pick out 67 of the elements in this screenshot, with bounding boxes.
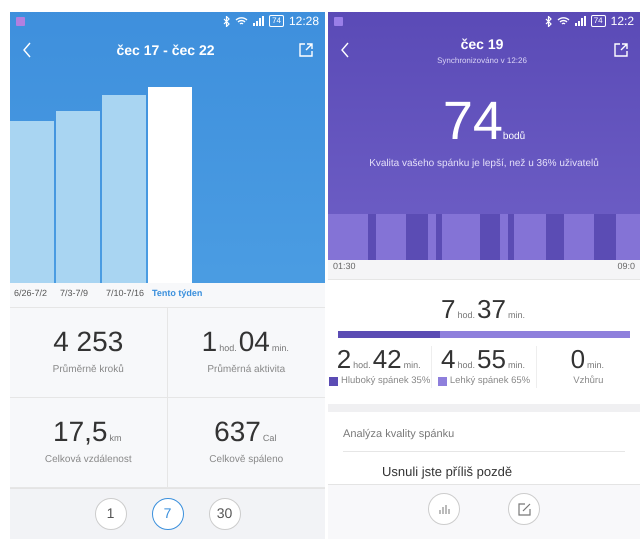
stage-label: Lehký spánek 65% <box>450 374 530 388</box>
stat-label: Celková vzdálenost <box>44 452 132 466</box>
stage-label: Vzhůru <box>573 374 604 388</box>
unit-label: km <box>110 432 122 444</box>
stat-value: 17,5 <box>53 418 108 446</box>
week-label[interactable]: 7/10-7/16 <box>106 287 150 300</box>
signal-icon <box>253 16 264 26</box>
stat-value: 637 <box>214 418 261 446</box>
status-time: 12:28 <box>288 13 319 30</box>
stage-duration: 2 <box>336 346 352 372</box>
total-sleep: 37 <box>477 296 506 322</box>
analysis-item[interactable]: Usnuli jste příliš pozdě <box>382 462 640 482</box>
stage-duration: 42 <box>372 346 402 372</box>
app-icon <box>16 16 25 26</box>
sleep-stage-segment <box>616 214 640 260</box>
period-button[interactable]: 1 <box>94 498 126 530</box>
stat-label: Celkově spáleno <box>209 452 284 466</box>
stage-label: Hluboký spánek 35% <box>341 374 430 388</box>
unit-label: hod. <box>457 358 476 372</box>
unit-label: hod. <box>458 309 476 322</box>
score-comparison: Kvalita vašeho spánku je lepší, než u 36% uživatelů <box>368 157 600 171</box>
week-label[interactable]: 6/26-7/2 <box>14 287 58 300</box>
battery-level: 74 <box>269 15 284 27</box>
stat-label: Průměrná aktivita <box>207 362 286 376</box>
unit-label: hod. <box>219 342 237 354</box>
unit-label: hod. <box>353 358 371 372</box>
unit-label: min. <box>404 358 421 372</box>
unit-label: min. <box>587 358 604 372</box>
wifi-icon <box>556 16 570 26</box>
battery-level: 74 <box>590 15 606 27</box>
total-sleep: 7 <box>441 296 456 322</box>
unit-label: min. <box>272 342 289 354</box>
wifi-icon <box>235 16 248 26</box>
stat-value: 1 <box>202 328 218 356</box>
share-icon[interactable] <box>299 43 313 57</box>
stat-value: 4 253 <box>53 328 124 356</box>
unit-label: min. <box>508 309 525 322</box>
date-title: čec 17 - čec 22 <box>116 40 215 60</box>
back-icon[interactable] <box>340 42 350 58</box>
stage-duration: 0 <box>570 346 586 372</box>
unit-label: min. <box>508 358 525 372</box>
status-time: 12:2 <box>610 13 634 30</box>
history-button[interactable] <box>428 493 460 526</box>
score-unit: bodů <box>502 130 526 144</box>
unit-label: Cal <box>262 432 276 444</box>
sync-status: Synchronizováno v 12:26 <box>437 54 527 66</box>
stat-value: 04 <box>238 328 270 356</box>
week-label[interactable]: 7/3-7/9 <box>60 287 104 300</box>
analysis-heading: Analýza kvality spánku <box>343 426 625 452</box>
back-icon[interactable] <box>22 42 32 58</box>
start-time: 01:30 <box>333 260 356 273</box>
edit-button[interactable] <box>508 493 540 526</box>
date-title: čec 19 <box>460 34 504 54</box>
bluetooth-icon <box>223 16 230 26</box>
stat-label: Průměrně kroků <box>52 362 124 376</box>
sleep-stage-segment <box>594 214 616 260</box>
bar-chart-icon <box>438 504 450 514</box>
sleep-score: 74 <box>442 94 503 148</box>
app-icon <box>334 16 343 26</box>
share-icon[interactable] <box>614 43 628 57</box>
period-button[interactable]: 30 <box>208 498 240 530</box>
edit-icon <box>518 502 530 516</box>
end-time: 09:0 <box>617 260 635 273</box>
stage-duration: 4 <box>441 346 456 372</box>
signal-icon <box>574 16 586 26</box>
stage-duration: 55 <box>477 346 506 372</box>
bluetooth-icon <box>544 16 552 26</box>
